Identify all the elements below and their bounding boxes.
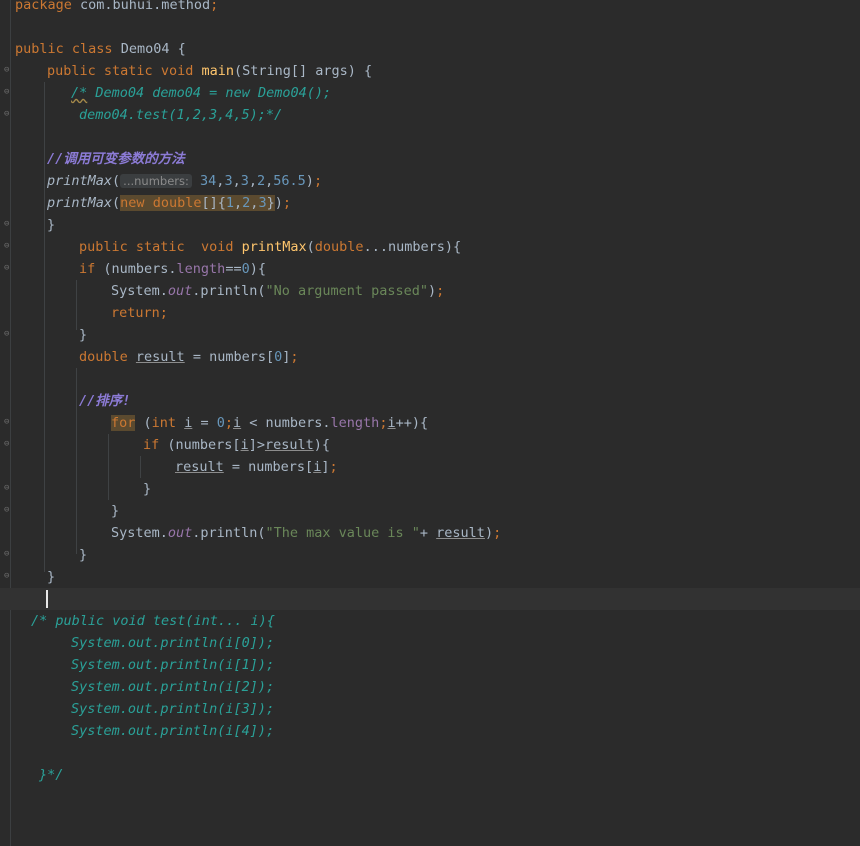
indent-guide [108,434,109,500]
code-line[interactable]: } [143,478,151,500]
indent-guide [76,280,77,330]
code-line[interactable]: } [47,566,55,588]
current-line-highlight [0,588,860,610]
code-line[interactable]: demo04.test(1,2,3,4,5);*/ [79,104,282,126]
code-line[interactable]: printMax(...numbers: 34,3,3,2,56.5); [47,170,322,192]
code-line[interactable]: System.out.println(i[2]); [71,676,274,698]
fold-marker-icon[interactable]: ⊖ [4,242,13,251]
code-line[interactable]: //排序! [79,390,130,412]
code-line[interactable]: }*/ [39,764,63,786]
code-line[interactable]: System.out.println(i[4]); [71,720,274,742]
fold-marker-icon[interactable]: ⊖ [4,220,13,229]
fold-marker-icon[interactable]: ⊖ [4,440,13,449]
code-line[interactable]: } [79,544,87,566]
code-line[interactable]: System.out.println(i[3]); [71,698,274,720]
code-line[interactable]: } [47,214,55,236]
indent-guide [140,456,141,478]
text-caret [46,590,48,608]
code-line[interactable]: public static void main(String[] args) { [47,60,372,82]
code-line[interactable]: System.out.println(i[1]); [71,654,274,676]
code-line[interactable]: public static void printMax(double...num… [79,236,461,258]
parameter-hint: ...numbers: [120,174,192,188]
fold-marker-icon[interactable]: ⊖ [4,506,13,515]
code-line[interactable]: result = numbers[i]; [175,456,338,478]
fold-marker-icon[interactable]: ⊖ [4,484,13,493]
indent-guide [76,368,77,554]
fold-marker-icon[interactable]: ⊖ [4,264,13,273]
code-line[interactable]: /* Demo04 demo04 = new Demo04(); [71,82,331,104]
code-line[interactable]: //调用可变参数的方法 [47,148,185,170]
code-line[interactable]: for (int i = 0;i < numbers.length;i++){ [111,412,428,434]
fold-marker-icon[interactable]: ⊖ [4,550,13,559]
code-line[interactable]: System.out.println(i[0]); [71,632,274,654]
fold-marker-icon[interactable]: ⊖ [4,88,13,97]
code-line[interactable]: package com.buhui.method; [15,0,218,16]
fold-marker-icon[interactable]: ⊖ [4,572,13,581]
code-line[interactable]: /* public void test(int... i){ [31,610,275,632]
indent-guide [44,82,45,572]
code-line[interactable]: System.out.println("No argument passed")… [111,280,444,302]
fold-marker-icon[interactable]: ⊖ [4,418,13,427]
code-line[interactable]: } [111,500,119,522]
code-line[interactable]: public class Demo04 { [15,38,186,60]
code-line[interactable]: if (numbers.length==0){ [79,258,266,280]
fold-marker-icon[interactable]: ⊖ [4,66,13,75]
code-line[interactable]: return; [111,302,168,324]
code-line[interactable]: double result = numbers[0]; [79,346,299,368]
code-line[interactable]: printMax(new double[]{1,2,3}); [47,192,291,214]
code-line[interactable]: if (numbers[i]>result){ [143,434,330,456]
fold-marker-icon[interactable]: ⊖ [4,110,13,119]
code-line[interactable]: } [79,324,87,346]
code-line[interactable]: System.out.println("The max value is "+ … [111,522,501,544]
fold-marker-icon[interactable]: ⊖ [4,330,13,339]
